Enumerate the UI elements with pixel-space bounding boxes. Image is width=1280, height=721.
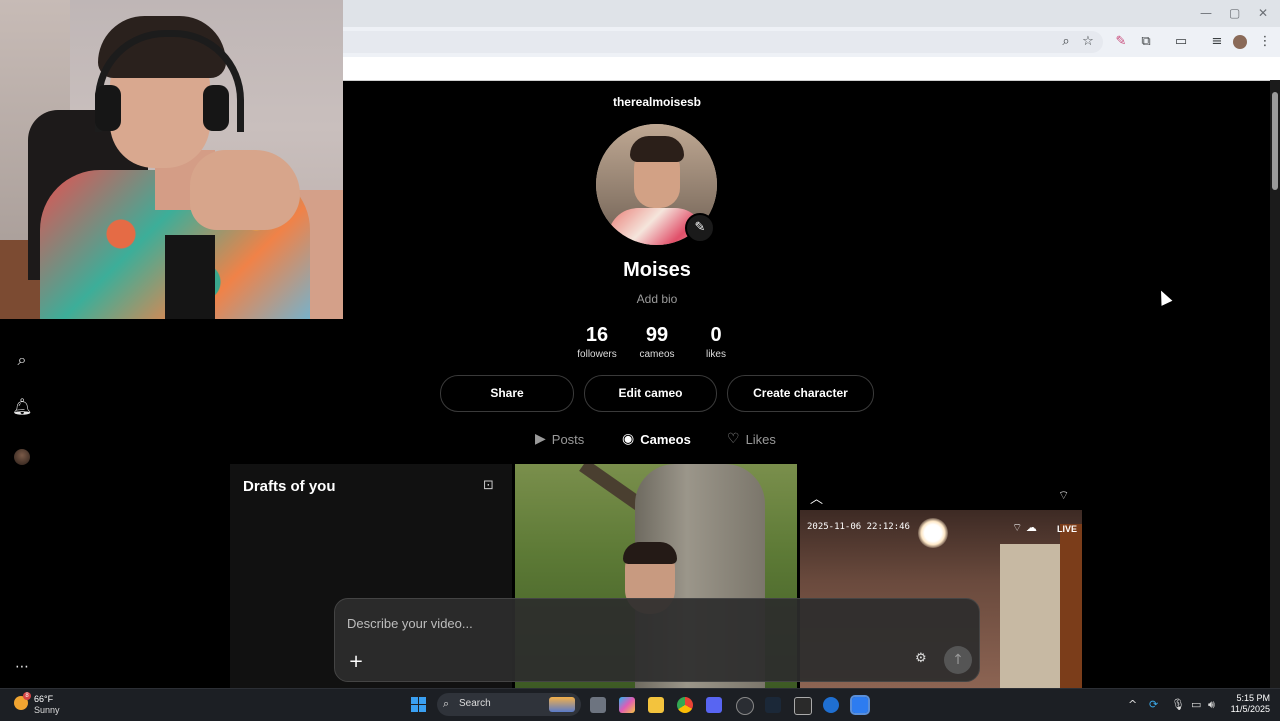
stat-value: 0	[710, 324, 722, 346]
menu-kebab-icon[interactable]: ⋮	[1257, 34, 1273, 50]
drafts-title: Drafts of you	[243, 478, 336, 495]
cloud-icon: ⌔ ☁	[1012, 521, 1037, 534]
tab-label: Cameos	[640, 431, 691, 447]
add-bio-link[interactable]: Add bio	[557, 292, 757, 306]
tab-label: Posts	[551, 431, 585, 447]
avatar[interactable]	[14, 449, 30, 465]
edit-pencil-icon[interactable]: ✎	[685, 213, 715, 243]
screen-cast-icon[interactable]: ▭	[1173, 34, 1189, 50]
clock-time: 5:15 PM	[1236, 693, 1270, 703]
profile-display-name: Moises	[623, 259, 691, 281]
webcam-overlay	[0, 0, 343, 319]
tab-label: Likes	[745, 431, 776, 447]
heart-icon: ♡	[727, 431, 740, 447]
send-arrow-icon[interactable]: ↑	[944, 646, 972, 674]
more-icon[interactable]: ⋯	[12, 657, 32, 677]
search-icon: ⌕	[443, 697, 450, 710]
search-highlight-icon	[549, 697, 575, 712]
describe-video-input[interactable]: Describe your video...	[347, 616, 473, 631]
create-character-button[interactable]: Create character	[727, 375, 874, 412]
search-icon[interactable]: ⌕	[12, 350, 32, 370]
person-circle-icon: ◉	[622, 431, 635, 447]
app-icon[interactable]	[823, 697, 839, 713]
taskbar-clock[interactable]: 5:15 PM 11/5/2025	[1228, 693, 1270, 715]
address-bar[interactable]	[343, 31, 1103, 53]
scrollbar-thumb[interactable]	[1272, 92, 1278, 190]
stat-value: 99	[645, 324, 669, 346]
display-icon[interactable]: ▭	[1191, 698, 1201, 711]
camera-timestamp: 2025-11-06 22:12:46	[807, 522, 910, 532]
tab-posts[interactable]: ▶︎ Posts	[535, 430, 584, 448]
stat-likes[interactable]: 0 likes	[686, 324, 746, 360]
settings-sliders-icon[interactable]: ⚙︎	[915, 651, 927, 666]
bookmarks-bar	[343, 57, 1280, 81]
edit-cameo-button[interactable]: Edit cameo	[584, 375, 717, 412]
maximize-icon[interactable]: ▢	[1229, 6, 1240, 20]
stat-label: followers	[577, 349, 617, 360]
epic-games-icon[interactable]	[794, 697, 812, 715]
weather-badge: 8	[23, 692, 31, 700]
weather-temp[interactable]: 66°F	[34, 694, 53, 704]
add-icon[interactable]: +	[343, 649, 369, 675]
microphone-icon[interactable]: 🎙︎	[1171, 698, 1185, 711]
task-view-icon[interactable]	[590, 697, 606, 713]
taskbar-search-label: Search	[459, 698, 491, 709]
chrome-icon[interactable]	[677, 697, 693, 713]
live-badge: LIVE	[1057, 524, 1078, 534]
mouse-cursor	[1155, 288, 1173, 306]
file-explorer-icon[interactable]	[648, 697, 664, 713]
bookmark-star-icon[interactable]: ☆	[1080, 34, 1096, 50]
chevron-up-icon[interactable]: ^	[1128, 698, 1137, 711]
weather-condition[interactable]: Sunny	[34, 705, 60, 715]
drafts-view-icon[interactable]: ⊡	[483, 478, 494, 493]
play-icon: ▶︎	[535, 431, 546, 447]
stat-value: 16	[585, 324, 609, 346]
tab-cameos[interactable]: ◉ Cameos	[622, 430, 691, 448]
media-control-icon[interactable]: ≡	[1209, 34, 1225, 50]
active-app-icon[interactable]	[850, 695, 870, 715]
share-button[interactable]: Share	[440, 375, 574, 412]
taskbar-search[interactable]: ⌕ Search	[437, 693, 581, 716]
copilot-icon[interactable]	[619, 697, 635, 713]
chevron-up-icon: ︿	[810, 492, 824, 507]
volume-icon[interactable]: 🔊︎	[1208, 698, 1215, 712]
extensions-icon[interactable]: ⧉	[1138, 34, 1154, 50]
tab-likes[interactable]: ♡ Likes	[727, 430, 776, 448]
taskbar: 8 66°F Sunny ⌕ Search ^ ⟳ 🎙︎ ▭ 🔊︎ 5:15 P…	[0, 688, 1280, 721]
profile-avatar-icon[interactable]	[1233, 35, 1247, 49]
steam-icon[interactable]	[765, 697, 781, 713]
wifi-icon: ⌔	[1058, 488, 1070, 502]
discord-icon[interactable]	[706, 697, 722, 713]
clock-date: 11/5/2025	[1230, 704, 1270, 714]
stat-followers[interactable]: 16 followers	[567, 324, 627, 360]
browser-titlebar	[343, 0, 1280, 27]
minimize-icon[interactable]: —	[1200, 6, 1212, 20]
stat-label: cameos	[639, 349, 675, 360]
bell-icon[interactable]: 🔔︎	[12, 397, 32, 417]
video-composer[interactable]: Describe your video... + ⚙︎ ↑	[334, 598, 980, 682]
extension-pen-icon[interactable]: ✎	[1113, 34, 1129, 50]
close-icon[interactable]: ✕	[1258, 6, 1268, 20]
stat-cameos[interactable]: 99 cameos	[627, 324, 687, 360]
openai-icon[interactable]	[736, 697, 754, 715]
sync-icon[interactable]: ⟳	[1149, 698, 1158, 711]
stat-label: likes	[705, 349, 726, 360]
windows-start-icon[interactable]	[411, 697, 426, 712]
zoom-icon[interactable]: ⌕	[1058, 34, 1074, 50]
profile-username: therealmoisesb	[612, 95, 702, 109]
